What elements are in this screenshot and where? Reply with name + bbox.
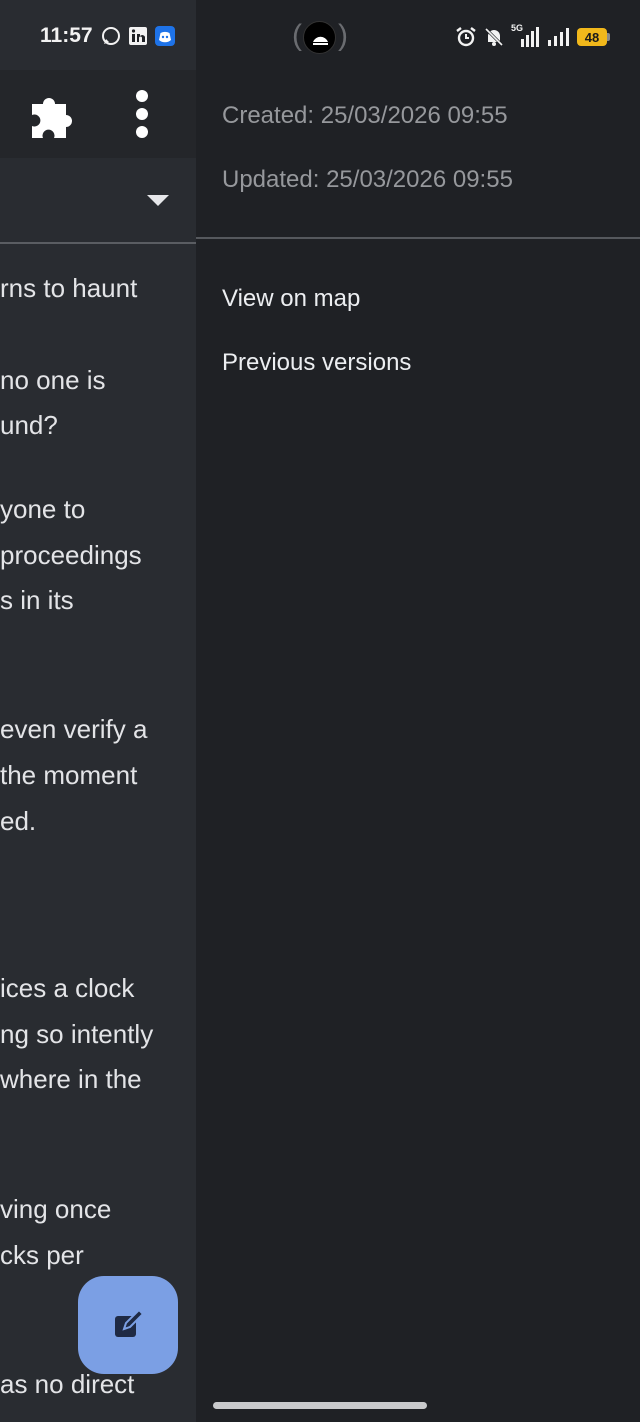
folder-dropdown[interactable] — [0, 158, 196, 244]
linkedin-icon — [129, 27, 147, 45]
whatsapp-icon — [102, 27, 120, 45]
battery-level: 48 — [577, 28, 607, 46]
dropdown-caret-icon — [147, 195, 169, 206]
view-on-map-button[interactable]: View on map — [222, 285, 360, 313]
note-text-line: s in its — [0, 585, 74, 615]
signal-icon — [548, 28, 569, 46]
note-text-line: where in the — [0, 1064, 142, 1094]
note-text-line: proceedings — [0, 540, 142, 570]
note-text-line: ng so intently — [0, 1019, 154, 1049]
home-indicator[interactable] — [213, 1402, 427, 1409]
background-app: rns to haunt no one is und? yone to proc… — [0, 0, 196, 1422]
note-text-line: even verify a — [0, 714, 148, 744]
note-text-line: und? — [0, 410, 58, 440]
note-text-line: cks per — [0, 1240, 84, 1270]
status-bar: 11:57 ( ) 5G 48 — [0, 0, 640, 70]
note-text-line: rns to haunt — [0, 273, 138, 303]
new-note-button[interactable] — [78, 1276, 178, 1374]
previous-versions-button[interactable]: Previous versions — [222, 349, 411, 377]
signal-5g-icon: 5G — [511, 23, 541, 49]
battery-icon: 48 — [577, 28, 610, 46]
status-time: 11:57 — [40, 24, 93, 47]
note-details-drawer: Created: 25/03/2026 09:55 Updated: 25/03… — [196, 0, 640, 1422]
note-text-line: ving once — [0, 1194, 112, 1224]
camera-cutout: ( ) — [292, 19, 348, 54]
note-text-line: no one is — [0, 365, 106, 395]
status-icons: 5G 48 — [455, 23, 610, 50]
plugins-puzzle-icon[interactable] — [28, 90, 78, 138]
alarm-icon — [456, 27, 476, 47]
hotspot-camera-icon — [303, 21, 336, 54]
note-text-line: ices a clock — [0, 973, 135, 1003]
updated-timestamp: Updated: 25/03/2026 09:55 — [222, 166, 513, 193]
discord-icon — [155, 26, 175, 46]
note-text-line: yone to — [0, 494, 86, 524]
more-options-icon[interactable] — [128, 88, 158, 140]
note-text-line: the moment — [0, 760, 138, 790]
edit-pencil-icon — [115, 1308, 145, 1337]
note-text-line: ed. — [0, 806, 37, 836]
notifications-muted-icon — [484, 27, 504, 47]
created-timestamp: Created: 25/03/2026 09:55 — [222, 102, 508, 129]
app-toolbar — [0, 70, 196, 158]
divider — [196, 237, 640, 239]
